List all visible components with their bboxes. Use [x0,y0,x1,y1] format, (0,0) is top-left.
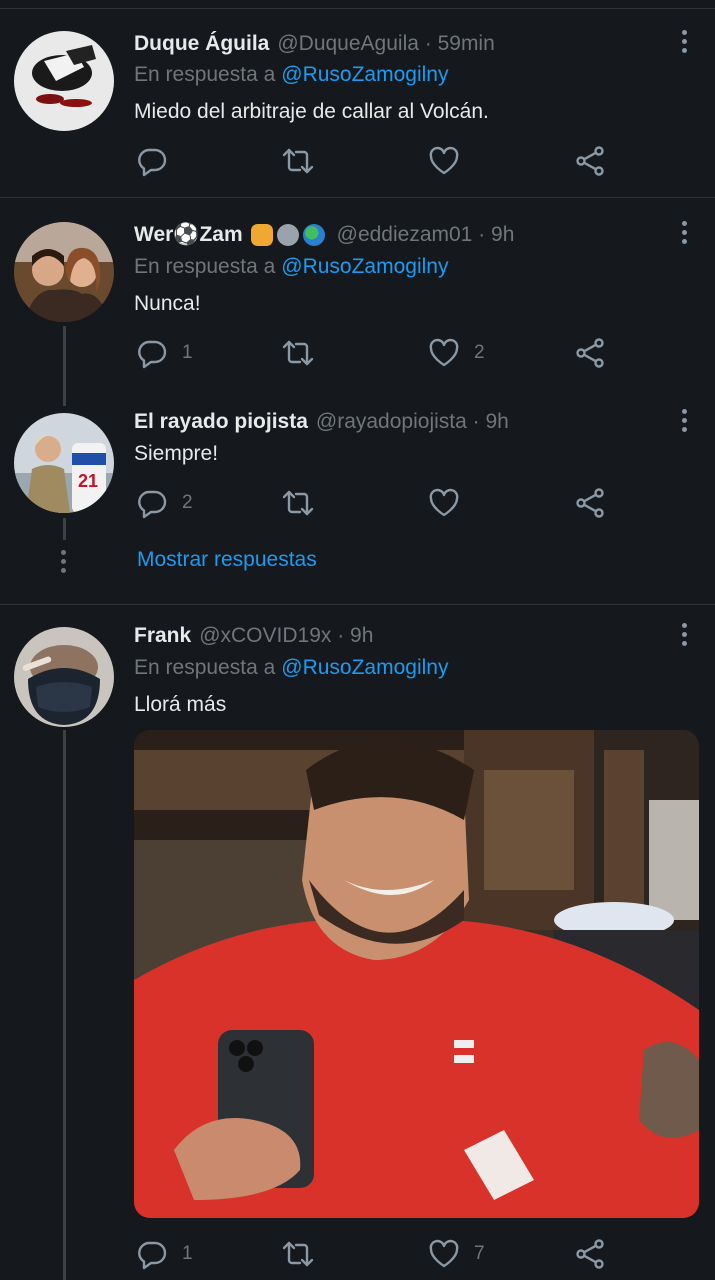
more-options-icon[interactable] [672,405,696,435]
display-name[interactable]: El rayado piojista [134,410,308,434]
reply-context: En respuesta a @RusoZamogilny [134,255,448,279]
mention-link[interactable]: @RusoZamogilny [281,656,448,679]
reply-count: 1 [182,1243,193,1264]
display-name[interactable]: Frank [134,624,191,648]
share-button[interactable] [574,1236,606,1272]
more-options-icon[interactable] [672,26,696,56]
tweet-media-image[interactable] [134,730,699,1218]
heart-icon [429,1239,459,1268]
thread-line [63,518,66,540]
retweet-button[interactable] [282,335,328,371]
retweet-button[interactable] [282,485,328,521]
tweet-text: Nunca! [134,292,201,315]
reply-count: 2 [182,492,193,513]
reply-context: En respuesta a @RusoZamogilny [134,656,448,680]
like-count: 2 [474,342,485,363]
show-replies-link[interactable]: Mostrar respuestas [137,548,317,572]
retweet-icon [282,340,314,366]
svg-text:21: 21 [78,471,98,491]
more-options-icon[interactable] [672,217,696,247]
tweet-text: Siempre! [134,442,219,465]
thread-continuation-icon [61,550,67,573]
reply-icon [138,148,167,177]
more-options-icon[interactable] [672,619,696,649]
tiger-emoji-icon [250,224,273,246]
share-icon [576,338,604,368]
share-button[interactable] [574,335,606,371]
reply-button[interactable]: 2 [136,485,193,521]
reply-prefix: En respuesta a [134,255,276,278]
avatar[interactable]: 21 [14,413,114,513]
avatar[interactable] [14,627,114,727]
like-button[interactable]: 7 [428,1236,485,1272]
like-button[interactable] [428,143,474,179]
heart-icon [429,146,459,175]
mention-link[interactable]: @RusoZamogilny [281,255,448,278]
tweet-divider [0,197,715,198]
like-button[interactable]: 2 [428,335,485,371]
like-count: 7 [474,1243,485,1264]
globe-emoji-icon [302,224,325,246]
reply-icon [138,490,167,519]
reply-icon [138,1241,167,1270]
display-name[interactable]: Wer⚽Zam [134,223,243,247]
heart-icon [429,338,459,367]
handle-time[interactable]: @DuqueAguila · 59min [277,32,494,56]
reply-button[interactable]: 1 [136,335,193,371]
share-icon [576,488,604,518]
retweet-button[interactable] [282,143,328,179]
share-button[interactable] [574,485,606,521]
medal-emoji-icon [276,224,299,246]
share-button[interactable] [574,143,606,179]
reply-prefix: En respuesta a [134,63,276,86]
reply-context: En respuesta a @RusoZamogilny [134,63,448,87]
thread-line [63,326,66,406]
handle-time[interactable]: @eddiezam01 · 9h [337,223,515,247]
reply-button[interactable] [136,143,182,179]
share-icon [576,146,604,176]
mention-link[interactable]: @RusoZamogilny [281,63,448,86]
handle-time[interactable]: @rayadopiojista · 9h [316,410,509,434]
reply-count: 1 [182,342,193,363]
avatar[interactable] [14,222,114,322]
reply-icon [138,340,167,369]
handle-time[interactable]: @xCOVID19x · 9h [199,624,373,648]
display-name[interactable]: Duque Águila [134,32,269,56]
avatar[interactable] [14,31,114,131]
share-icon [576,1239,604,1269]
retweet-icon [282,148,314,174]
retweet-button[interactable] [282,1236,328,1272]
retweet-icon [282,1241,314,1267]
tweet-divider [0,604,715,605]
reply-prefix: En respuesta a [134,656,276,679]
top-divider [0,8,715,9]
retweet-icon [282,490,314,516]
like-button[interactable] [428,485,474,521]
thread-line [63,730,66,1280]
tweet-text: Miedo del arbitraje de callar al Volcán. [134,100,489,123]
reply-button[interactable]: 1 [136,1236,193,1272]
tweet-text: Llorá más [134,693,227,716]
heart-icon [429,488,459,517]
